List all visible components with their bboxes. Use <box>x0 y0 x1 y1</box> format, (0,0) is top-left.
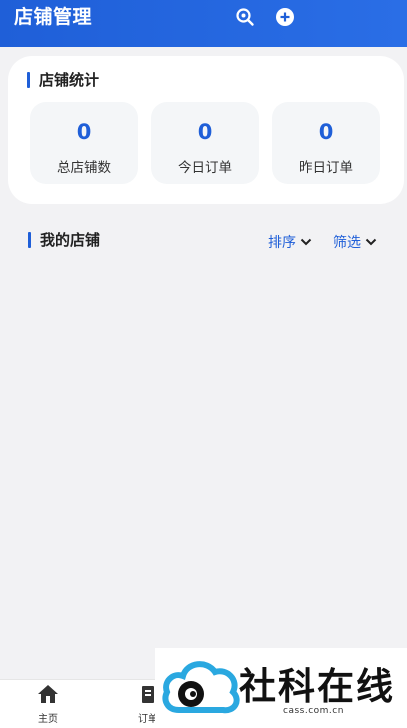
my-stores-header: 我的店铺 <box>28 229 100 250</box>
stats-section-title: 店铺统计 <box>39 71 100 89</box>
add-icon[interactable] <box>275 7 295 27</box>
stat-label: 昨日订单 <box>299 160 353 176</box>
home-icon <box>38 685 58 703</box>
cloud-logo-icon <box>162 661 240 714</box>
sort-label: 排序 <box>268 235 296 251</box>
filter-label: 筛选 <box>333 235 361 251</box>
stat-value: 0 <box>76 120 92 144</box>
stat-label: 总店铺数 <box>57 160 111 176</box>
section-accent-bar <box>27 71 30 88</box>
stat-label: 今日订单 <box>178 160 232 176</box>
stat-value: 0 <box>197 120 213 144</box>
watermark-subtext: cass.com.cn <box>283 706 344 716</box>
section-accent-bar <box>28 231 31 248</box>
stat-total-stores[interactable]: 0 总店铺数 <box>30 102 138 184</box>
stat-value: 0 <box>318 120 334 144</box>
stats-card: 店铺统计 0 总店铺数 0 今日订单 0 昨日订单 <box>8 56 404 204</box>
tab-home-label: 主页 <box>38 714 58 725</box>
watermark-logo: 社科在线 cass.com.cn <box>155 648 407 728</box>
tab-home[interactable]: 主页 <box>18 684 78 725</box>
stat-yesterday-orders[interactable]: 0 昨日订单 <box>272 102 380 184</box>
chevron-down-icon <box>365 238 377 246</box>
stat-today-orders[interactable]: 0 今日订单 <box>151 102 259 184</box>
app-header: 店铺管理 <box>0 0 407 47</box>
stats-section-header: 店铺统计 <box>27 69 99 90</box>
watermark-text: 社科在线 <box>239 665 395 708</box>
chevron-down-icon <box>300 238 312 246</box>
page-title: 店铺管理 <box>14 6 93 28</box>
filter-dropdown[interactable]: 筛选 <box>333 232 377 252</box>
search-icon[interactable] <box>235 7 255 27</box>
sort-dropdown[interactable]: 排序 <box>268 232 312 252</box>
my-stores-title: 我的店铺 <box>40 231 101 249</box>
